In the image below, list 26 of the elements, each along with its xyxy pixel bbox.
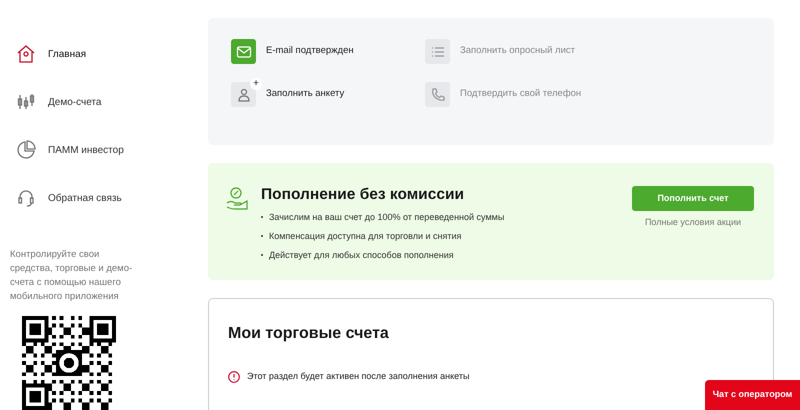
headset-icon: [16, 188, 36, 208]
person-icon: [236, 86, 252, 102]
accounts-title: Мои торговые счета: [228, 324, 390, 344]
candlestick-icon: [16, 92, 36, 112]
nav-item[interactable]: Демо-счета: [16, 78, 208, 126]
step-label[interactable]: E-mail подтвержден: [266, 44, 354, 59]
chat-button[interactable]: Чат с оператором: [705, 380, 800, 410]
nav-item[interactable]: Обратная связь: [16, 174, 208, 222]
step-label[interactable]: Заполнить анкету: [266, 87, 344, 102]
promo-bullet-text: Компенсация доступна для торговли и снятия: [269, 230, 462, 244]
accounts-notice: Этот раздел будет активен после заполнения анкеты: [247, 370, 470, 383]
phone-icon: [430, 86, 446, 102]
envelope-icon: [236, 44, 252, 60]
nav-item[interactable]: ПАММ инвестор: [16, 126, 208, 174]
promo-bullet-text: Действует для любых способов пополнения: [269, 249, 454, 262]
plus-badge: +: [250, 78, 262, 90]
promo-terms-link[interactable]: Полные условия акции: [644, 216, 742, 230]
nav-item[interactable]: Главная: [16, 30, 208, 78]
step-label: Заполнить опросный лист: [460, 44, 575, 58]
pie-chart-icon: [16, 140, 36, 160]
step-label: Подтвердить свой телефон: [460, 87, 582, 102]
app-promo-text: Контролируйте свои средства, торговые и демо-счета с помощью нашего мобильного приложения: [10, 248, 134, 304]
home-icon: [16, 44, 36, 64]
promo-title: Пополнение без комиссии: [261, 185, 466, 206]
warning-icon: [228, 370, 240, 383]
promo-bullet-text: Зачислим на ваш счет до 100% от переведенной суммы: [269, 211, 504, 224]
